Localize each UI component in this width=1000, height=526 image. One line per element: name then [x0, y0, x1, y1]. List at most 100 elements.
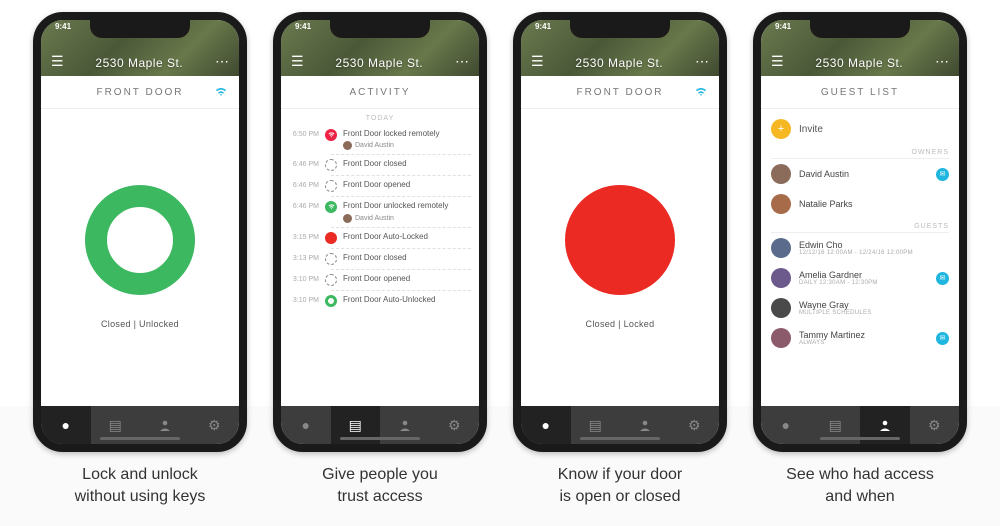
- phone-4: 9:41 ☰ 2530 Maple St. ⋯ GUEST LIST + Inv…: [753, 12, 967, 452]
- activity-text: Front Door closed: [343, 253, 471, 263]
- person-schedule: DAILY 12:30AM - 12:30PM: [799, 280, 878, 286]
- subheader-title: ACTIVITY: [349, 87, 410, 98]
- notify-badge-icon[interactable]: ✉: [936, 272, 949, 285]
- activity-time: 3:13 PM: [289, 253, 325, 262]
- lock-ring-locked[interactable]: [565, 185, 675, 295]
- notch: [90, 20, 190, 38]
- notch: [570, 20, 670, 38]
- subheader-title: FRONT DOOR: [576, 87, 663, 98]
- person-name: Edwin Cho: [799, 240, 913, 250]
- activity-icon: [325, 253, 337, 265]
- person-schedule: ALWAYS: [799, 340, 865, 346]
- activity-row[interactable]: 3:13 PM Front Door closed: [289, 250, 471, 268]
- status-time: 9:41: [55, 22, 71, 31]
- activity-row[interactable]: 3:15 PMFront Door Auto-Locked: [289, 229, 471, 247]
- lock-ring-unlocked[interactable]: [85, 185, 195, 295]
- home-indicator[interactable]: [100, 437, 180, 440]
- person-name: Amelia Gardner: [799, 270, 878, 280]
- more-icon[interactable]: ⋯: [215, 53, 229, 70]
- activity-row[interactable]: 6:46 PMFront Door unlocked remotelyDavid…: [289, 198, 471, 225]
- menu-icon[interactable]: ☰: [771, 53, 784, 70]
- tab-lock[interactable]: ●: [41, 406, 91, 444]
- activity-text: Front Door locked remotelyDavid Austin: [343, 129, 471, 150]
- subheader: FRONT DOOR: [41, 76, 239, 109]
- person-row[interactable]: Tammy MartinezALWAYS ✉: [771, 323, 949, 353]
- caption-2: Give people you trust access: [322, 464, 438, 507]
- activity-text: Front Door Auto-Unlocked: [343, 295, 471, 305]
- avatar: [771, 194, 791, 214]
- activity-text: Front Door unlocked remotelyDavid Austin: [343, 201, 471, 222]
- activity-list: TODAY 6:50 PM Front Door locked remotelyD…: [281, 109, 479, 310]
- activity-icon: [325, 295, 337, 307]
- tab-settings[interactable]: ⚙: [670, 406, 720, 444]
- activity-row[interactable]: 3:10 PM Front Door Auto-Unlocked: [289, 292, 471, 310]
- avatar: [771, 328, 791, 348]
- activity-icon: [325, 232, 337, 244]
- person-schedule: MULTIPLE SCHEDULES: [799, 310, 872, 316]
- subheader-title: GUEST LIST: [821, 87, 899, 98]
- activity-icon: [325, 274, 337, 286]
- person-name: Tammy Martinez: [799, 330, 865, 340]
- person-row[interactable]: David Austin ✉: [771, 159, 949, 189]
- menu-icon[interactable]: ☰: [291, 53, 304, 70]
- address-title: 2530 Maple St.: [544, 56, 695, 70]
- more-icon[interactable]: ⋯: [455, 53, 469, 70]
- person-row[interactable]: Natalie Parks: [771, 189, 949, 219]
- notify-badge-icon[interactable]: ✉: [936, 168, 949, 181]
- subheader-title: FRONT DOOR: [96, 87, 183, 98]
- invite-row[interactable]: + Invite: [771, 113, 949, 145]
- tab-settings[interactable]: ⚙: [910, 406, 960, 444]
- home-indicator[interactable]: [340, 437, 420, 440]
- status-time: 9:41: [775, 22, 791, 31]
- notify-badge-icon[interactable]: ✉: [936, 332, 949, 345]
- tab-lock[interactable]: ●: [281, 406, 331, 444]
- activity-text: Front Door Auto-Locked: [343, 232, 471, 242]
- person-schedule: 12/12/16 12:00AM - 12/24/16 12:00PM: [799, 250, 913, 256]
- activity-row[interactable]: 6:46 PMFront Door opened: [289, 177, 471, 195]
- activity-row[interactable]: 6:46 PMFront Door closed: [289, 156, 471, 174]
- address-title: 2530 Maple St.: [784, 56, 935, 70]
- guests-section-label: GUESTS: [771, 219, 949, 233]
- notch: [810, 20, 910, 38]
- owners-section-label: OWNERS: [771, 145, 949, 159]
- more-icon[interactable]: ⋯: [695, 53, 709, 70]
- activity-row[interactable]: 3:10 PMFront Door opened: [289, 271, 471, 289]
- person-name: Natalie Parks: [799, 199, 853, 209]
- home-indicator[interactable]: [580, 437, 660, 440]
- activity-row[interactable]: 6:50 PM Front Door locked remotelyDavid A…: [289, 126, 471, 153]
- more-icon[interactable]: ⋯: [935, 53, 949, 70]
- home-indicator[interactable]: [820, 437, 900, 440]
- person-row[interactable]: Edwin Cho12/12/16 12:00AM - 12/24/16 12:…: [771, 233, 949, 263]
- guest-list: + Invite OWNERS David Austin ✉ Natalie Par…: [761, 109, 959, 357]
- tab-settings[interactable]: ⚙: [430, 406, 480, 444]
- invite-label: Invite: [799, 124, 823, 135]
- invite-icon: +: [771, 119, 791, 139]
- tab-lock[interactable]: ●: [521, 406, 571, 444]
- person-row[interactable]: Wayne GrayMULTIPLE SCHEDULES: [771, 293, 949, 323]
- tab-settings[interactable]: ⚙: [190, 406, 240, 444]
- today-label: TODAY: [289, 115, 471, 122]
- person-row[interactable]: Amelia GardnerDAILY 12:30AM - 12:30PM ✉: [771, 263, 949, 293]
- caption-3: Know if your door is open or closed: [558, 464, 683, 507]
- address-title: 2530 Maple St.: [304, 56, 455, 70]
- caption-4: See who had access and when: [786, 464, 934, 507]
- activity-time: 6:50 PM: [289, 129, 325, 138]
- caption-1: Lock and unlock without using keys: [75, 464, 206, 507]
- tab-lock[interactable]: ●: [761, 406, 811, 444]
- person-name: David Austin: [799, 169, 849, 179]
- activity-icon: [325, 129, 337, 141]
- activity-user: David Austin: [343, 141, 471, 150]
- activity-user: David Austin: [343, 214, 471, 223]
- activity-text: Front Door opened: [343, 180, 471, 190]
- phone-3: 9:41 ☰ 2530 Maple St. ⋯ FRONT DOOR Close…: [513, 12, 727, 452]
- activity-icon: [325, 180, 337, 192]
- address-title: 2530 Maple St.: [64, 56, 215, 70]
- activity-time: 3:10 PM: [289, 295, 325, 304]
- lock-status-text: Closed | Locked: [586, 319, 655, 329]
- avatar: [771, 238, 791, 258]
- menu-icon[interactable]: ☰: [51, 53, 64, 70]
- menu-icon[interactable]: ☰: [531, 53, 544, 70]
- activity-time: 6:46 PM: [289, 159, 325, 168]
- activity-text: Front Door opened: [343, 274, 471, 284]
- subheader: ACTIVITY: [281, 76, 479, 109]
